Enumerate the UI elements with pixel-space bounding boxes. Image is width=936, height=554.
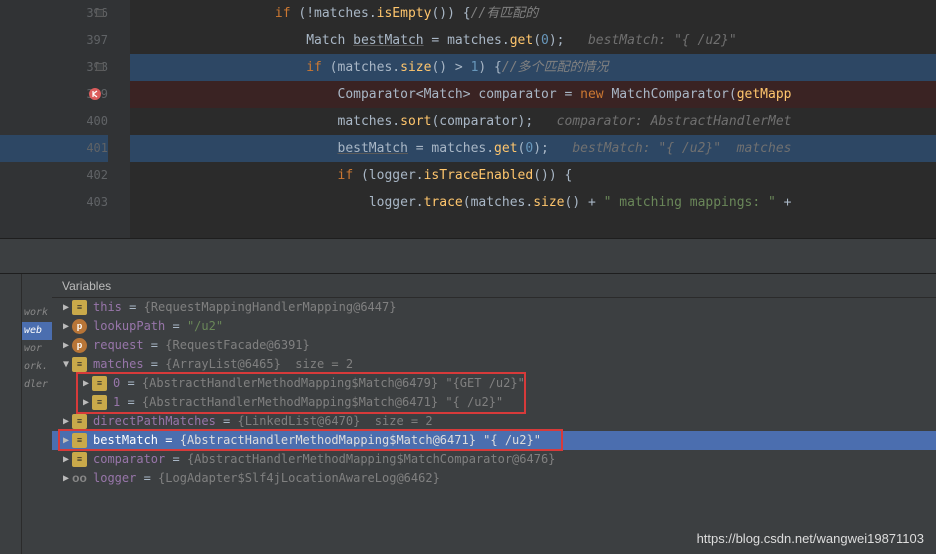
- expand-icon[interactable]: ▶: [60, 450, 72, 469]
- param-icon: p: [72, 319, 87, 334]
- expand-icon[interactable]: ▶: [80, 393, 92, 412]
- fold-icon[interactable]: [96, 63, 104, 71]
- field-icon: ≡: [72, 357, 87, 372]
- var-row-lookup[interactable]: ▶ p lookupPath = "/u2": [52, 317, 936, 336]
- var-row-match-0[interactable]: ▶ ≡ 0 = {AbstractHandlerMethodMapping$Ma…: [52, 374, 936, 393]
- field-icon: ≡: [92, 395, 107, 410]
- var-row-bestmatch[interactable]: ▶ ≡ bestMatch = {AbstractHandlerMethodMa…: [52, 431, 936, 450]
- collapse-icon[interactable]: ▼: [60, 355, 72, 374]
- var-row-request[interactable]: ▶ p request = {RequestFacade@6391}: [52, 336, 936, 355]
- code-editor[interactable]: 396 397 398 399 400 401 402 403 if (!mat…: [0, 0, 936, 238]
- variables-header: Variables: [52, 274, 936, 298]
- field-icon: ≡: [72, 452, 87, 467]
- line-gutter: 396 397 398 399 400 401 402 403: [0, 0, 130, 238]
- field-icon: ≡: [92, 376, 107, 391]
- pane-divider[interactable]: [0, 238, 936, 274]
- debug-pane: work web wor ork. dler Variables ▶ ≡ thi…: [0, 274, 936, 554]
- expand-icon[interactable]: ▶: [80, 374, 92, 393]
- variables-panel: Variables ▶ ≡ this = {RequestMappingHand…: [52, 274, 936, 554]
- expand-icon[interactable]: ▶: [60, 317, 72, 336]
- expand-icon[interactable]: ▶: [60, 431, 72, 450]
- expand-icon[interactable]: ▶: [60, 469, 72, 488]
- var-row-matches[interactable]: ▼ ≡ matches = {ArrayList@6465} size = 2: [52, 355, 936, 374]
- code-area[interactable]: if (!matches.isEmpty()) {//有匹配的 Match be…: [130, 0, 936, 238]
- param-icon: p: [72, 338, 87, 353]
- breakpoint-icon[interactable]: [88, 87, 102, 101]
- var-row-logger[interactable]: ▶ oo logger = {LogAdapter$Slf4jLocationA…: [52, 469, 936, 488]
- var-row-match-1[interactable]: ▶ ≡ 1 = {AbstractHandlerMethodMapping$Ma…: [52, 393, 936, 412]
- field-icon: ≡: [72, 433, 87, 448]
- expand-icon[interactable]: ▶: [60, 298, 72, 317]
- frames-strip[interactable]: work web wor ork. dler: [22, 274, 52, 554]
- watermark: https://blog.csdn.net/wangwei19871103: [697, 531, 924, 546]
- var-row-dpm[interactable]: ▶ ≡ directPathMatches = {LinkedList@6470…: [52, 412, 936, 431]
- var-row-comparator[interactable]: ▶ ≡ comparator = {AbstractHandlerMethodM…: [52, 450, 936, 469]
- field-icon: ≡: [72, 300, 87, 315]
- expand-icon[interactable]: ▶: [60, 412, 72, 431]
- static-icon: oo: [72, 471, 87, 486]
- expand-icon[interactable]: ▶: [60, 336, 72, 355]
- field-icon: ≡: [72, 414, 87, 429]
- var-row-this[interactable]: ▶ ≡ this = {RequestMappingHandlerMapping…: [52, 298, 936, 317]
- fold-icon[interactable]: [96, 9, 104, 17]
- debug-toolbar: [0, 274, 22, 554]
